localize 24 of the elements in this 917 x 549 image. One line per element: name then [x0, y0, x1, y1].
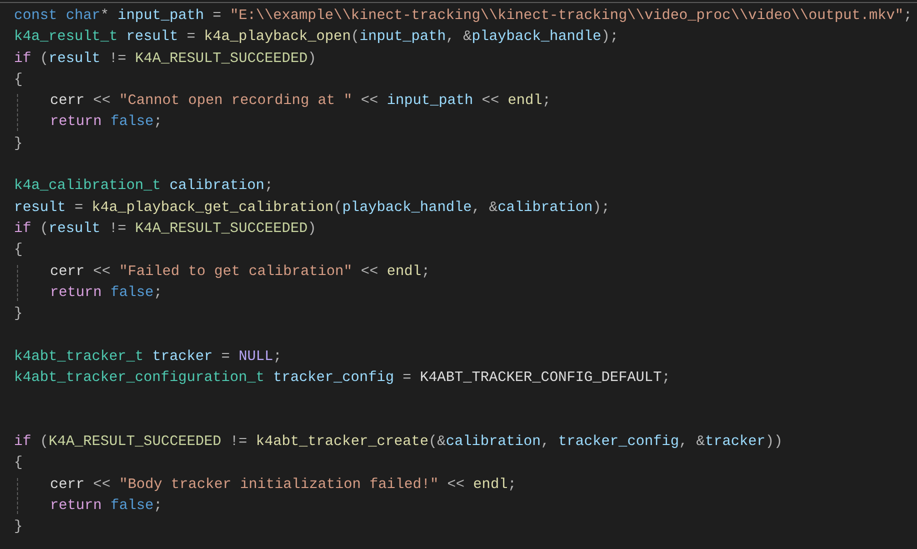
code-line: if (result != K4A_RESULT_SUCCEEDED): [14, 220, 316, 239]
indent-guide: [17, 94, 18, 131]
indent-guide: [17, 478, 18, 514]
code-line: }: [14, 305, 23, 324]
code-line: k4abt_tracker_t tracker = NULL;: [14, 348, 282, 367]
code-line: result = k4a_playback_get_calibration(playback_handle, &calibration);: [14, 198, 610, 218]
code-line: return false;: [50, 284, 162, 303]
code-line: k4abt_tracker_configuration_t tracker_config = K4ABT_TRACKER_CONFIG_DEFAULT;: [14, 369, 670, 388]
code-line: {: [14, 70, 23, 90]
code-line: cerr << "Cannot open recording at " << input_path << endl;: [50, 92, 551, 112]
code-line: cerr << "Body tracker initialization failed!" << endl;: [50, 476, 516, 495]
code-line: if (result != K4A_RESULT_SUCCEEDED): [14, 50, 316, 69]
code-line: const char* input_path = "E:\\example\\kinect-tracking\\kinect-tracking\\video_proc\\video\\output.mkv";: [14, 7, 912, 26]
code-line: }: [14, 134, 23, 154]
code-line: return false;: [50, 113, 162, 132]
code-line: k4a_calibration_t calibration;: [14, 177, 274, 196]
code-line: cerr << "Failed to get calibration" << endl;: [50, 262, 430, 282]
indent-guide: [17, 264, 18, 302]
code-line: return false;: [50, 496, 162, 516]
code-line: {: [14, 454, 23, 474]
code-line: k4a_result_t result = k4a_playback_open(input_path, &playback_handle);: [14, 28, 619, 48]
code-line: }: [14, 518, 23, 538]
code-line: if (K4A_RESULT_SUCCEEDED != k4abt_tracker_create(&calibration, tracker_config, &tracker)): [14, 432, 783, 452]
code-line: {: [14, 241, 23, 260]
